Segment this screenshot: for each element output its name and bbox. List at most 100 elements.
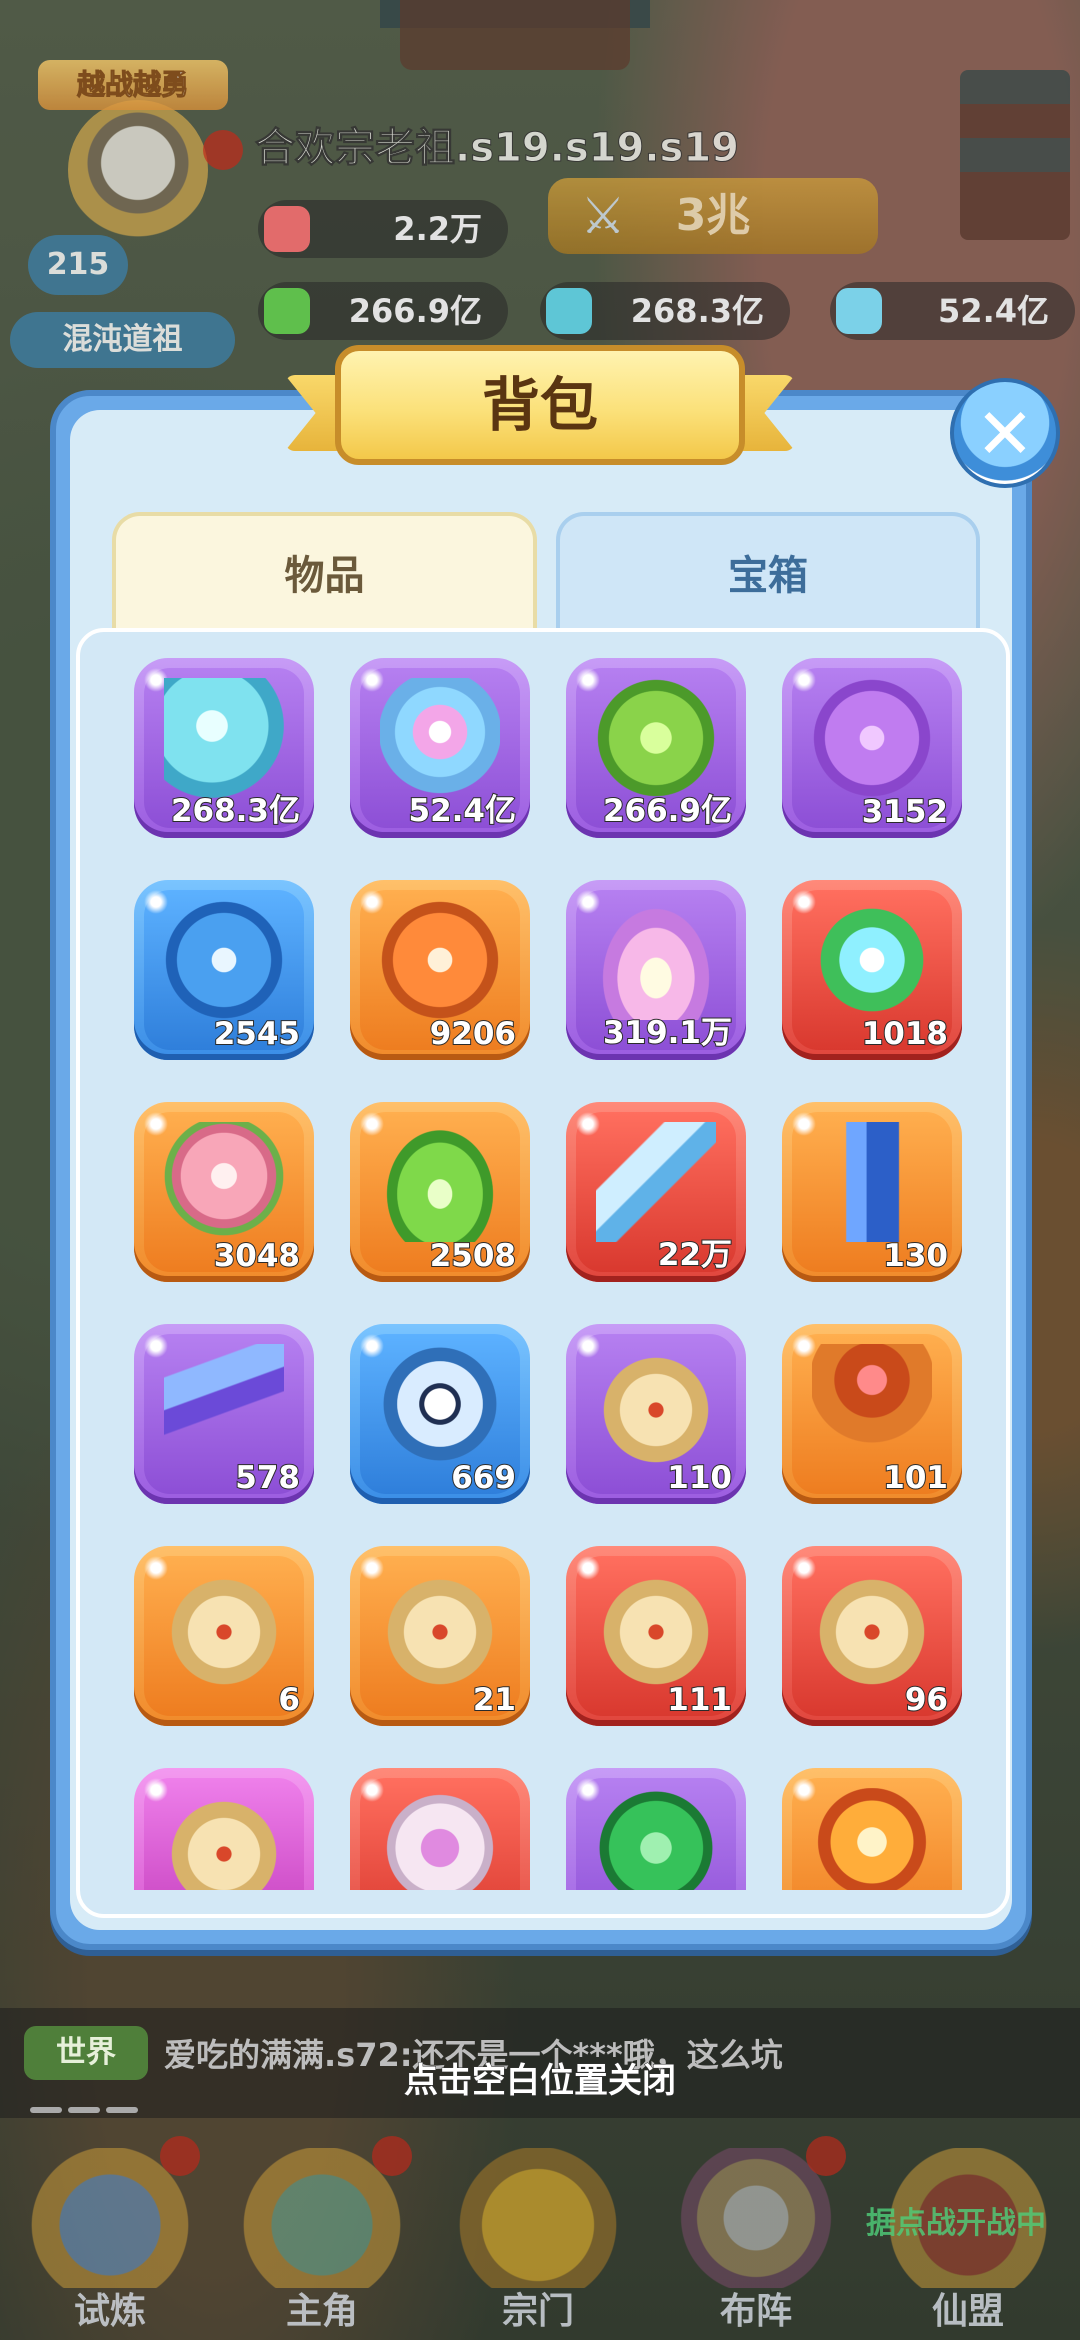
tab-items[interactable]: 物品 — [112, 512, 537, 632]
scroll-icon — [164, 1788, 284, 1890]
resource-value: 52.4亿 — [938, 292, 1049, 330]
scroll-icon — [380, 1566, 500, 1686]
item-slot[interactable]: 6 — [134, 1546, 314, 1726]
item-count: 130 — [882, 1237, 949, 1275]
item-count: 22万 — [657, 1236, 733, 1274]
blue-crystal-icon — [164, 678, 284, 798]
resource-value: 268.3亿 — [630, 292, 764, 330]
blue-pillar-icon — [812, 1122, 932, 1242]
blue-crystal-icon — [546, 288, 592, 334]
item-slot[interactable]: 110 — [566, 1324, 746, 1504]
item-slot[interactable] — [782, 1768, 962, 1890]
peach-icon — [164, 1122, 284, 1242]
sect-icon — [458, 2148, 618, 2288]
item-slot[interactable]: 2508 — [350, 1102, 530, 1282]
item-slot[interactable]: 319.1万 — [566, 880, 746, 1060]
item-count: 319.1万 — [602, 1014, 733, 1052]
nav-formation[interactable]: 布阵 — [656, 2128, 856, 2340]
resource-blue-crystal[interactable]: 268.3亿 — [540, 282, 790, 340]
crossed-swords-icon: ⚔ — [580, 187, 626, 245]
item-slot[interactable]: 3048 — [134, 1102, 314, 1282]
item-slot[interactable]: 2545 — [134, 880, 314, 1060]
player-level: 215 — [28, 235, 128, 295]
resource-green-jade[interactable]: 266.9亿 — [258, 282, 508, 340]
item-grid: 268.3亿 52.4亿 266.9亿 3152 2545 9206 319.1万 1018 3… — [80, 632, 1006, 1890]
tab-chests[interactable]: 宝箱 — [556, 512, 980, 632]
item-slot[interactable]: 578 — [134, 1324, 314, 1504]
notification-dot-icon — [806, 2136, 846, 2176]
player-avatar[interactable]: 越战越勇 — [8, 60, 243, 250]
resource-value: 2.2万 — [393, 210, 482, 248]
item-slot[interactable]: 96 — [782, 1546, 962, 1726]
gem-icon — [264, 206, 310, 252]
item-count: 21 — [472, 1681, 517, 1719]
item-grid-panel: 268.3亿 52.4亿 266.9亿 3152 2545 9206 319.1万 1018 3… — [76, 628, 1010, 1918]
combat-power-value: 3兆 — [675, 190, 751, 241]
scroll-icon — [164, 1566, 284, 1686]
player-name: 合欢宗老祖.s19.s19.s19 — [254, 125, 740, 172]
scroll-icon — [596, 1566, 716, 1686]
stronghold-war-banner[interactable]: 据点战开战中 — [866, 2198, 1046, 2242]
item-slot[interactable]: 101 — [782, 1324, 962, 1504]
item-count: 111 — [666, 1681, 733, 1719]
item-slot[interactable]: 111 — [566, 1546, 746, 1726]
item-slot[interactable] — [350, 1768, 530, 1890]
item-count: 3048 — [213, 1237, 301, 1275]
resource-value: 266.9亿 — [348, 292, 482, 330]
item-count: 2545 — [213, 1015, 301, 1053]
avatar-title-badge: 越战越勇 — [38, 60, 228, 110]
item-slot[interactable]: 266.9亿 — [566, 658, 746, 838]
resource-gem[interactable]: 2.2万 — [258, 200, 508, 258]
item-count: 1018 — [861, 1015, 949, 1053]
green-jade-icon — [596, 678, 716, 798]
item-count: 96 — [904, 1681, 949, 1719]
nav-trial[interactable]: 试炼 — [10, 2128, 210, 2340]
notification-dot-icon — [160, 2136, 200, 2176]
item-slot[interactable]: 1018 — [782, 880, 962, 1060]
item-count: 2508 — [429, 1237, 517, 1275]
item-count: 266.9亿 — [602, 792, 733, 830]
item-count: 3152 — [861, 793, 949, 831]
close-button[interactable]: ✕ — [950, 378, 1060, 488]
resource-rainbow-crystal[interactable]: 52.4亿 — [830, 282, 1075, 340]
notification-dot-icon — [372, 2136, 412, 2176]
bagua-icon — [380, 1344, 500, 1464]
modal-title-banner: 背包 — [285, 345, 795, 475]
jade-token-icon — [596, 1788, 716, 1890]
item-count: 6 — [277, 1681, 301, 1719]
rainbow-crystal-icon — [836, 288, 882, 334]
rainbow-crystal-icon — [380, 678, 500, 798]
altar-icon — [812, 1344, 932, 1464]
item-slot[interactable]: 130 — [782, 1102, 962, 1282]
combat-power: ⚔ 3兆 — [548, 178, 878, 254]
item-slot[interactable]: 3152 — [782, 658, 962, 838]
ice-sword-icon — [596, 1122, 716, 1242]
item-slot[interactable]: 268.3亿 — [134, 658, 314, 838]
purple-puzzle-shard-icon — [812, 678, 932, 798]
modal-title: 背包 — [335, 345, 745, 465]
spear-flag-icon — [164, 1344, 284, 1464]
fire-orb-icon — [812, 1788, 932, 1890]
item-count: 110 — [666, 1459, 733, 1497]
item-slot[interactable]: 52.4亿 — [350, 658, 530, 838]
item-slot[interactable]: 669 — [350, 1324, 530, 1504]
item-count: 578 — [234, 1459, 301, 1497]
item-slot[interactable] — [566, 1768, 746, 1890]
item-slot[interactable]: 22万 — [566, 1102, 746, 1282]
blue-puzzle-shard-icon — [164, 900, 284, 1020]
item-count: 52.4亿 — [408, 792, 517, 830]
nav-hero[interactable]: 主角 — [222, 2128, 422, 2340]
tap-to-close-hint: 点击空白位置关闭 — [404, 2061, 677, 2102]
notification-dot-icon — [203, 130, 243, 170]
item-count: 9206 — [429, 1015, 517, 1053]
item-count: 268.3亿 — [170, 792, 301, 830]
spirit-orb-icon — [812, 900, 932, 1020]
nav-label: 宗门 — [501, 2291, 574, 2332]
item-slot[interactable]: 21 — [350, 1546, 530, 1726]
item-slot[interactable]: 9206 — [350, 880, 530, 1060]
green-jade-icon — [264, 288, 310, 334]
item-slot[interactable] — [134, 1768, 314, 1890]
nav-sect[interactable]: 宗门 — [438, 2128, 638, 2340]
item-count: 669 — [450, 1459, 517, 1497]
avatar-portrait — [68, 100, 208, 240]
